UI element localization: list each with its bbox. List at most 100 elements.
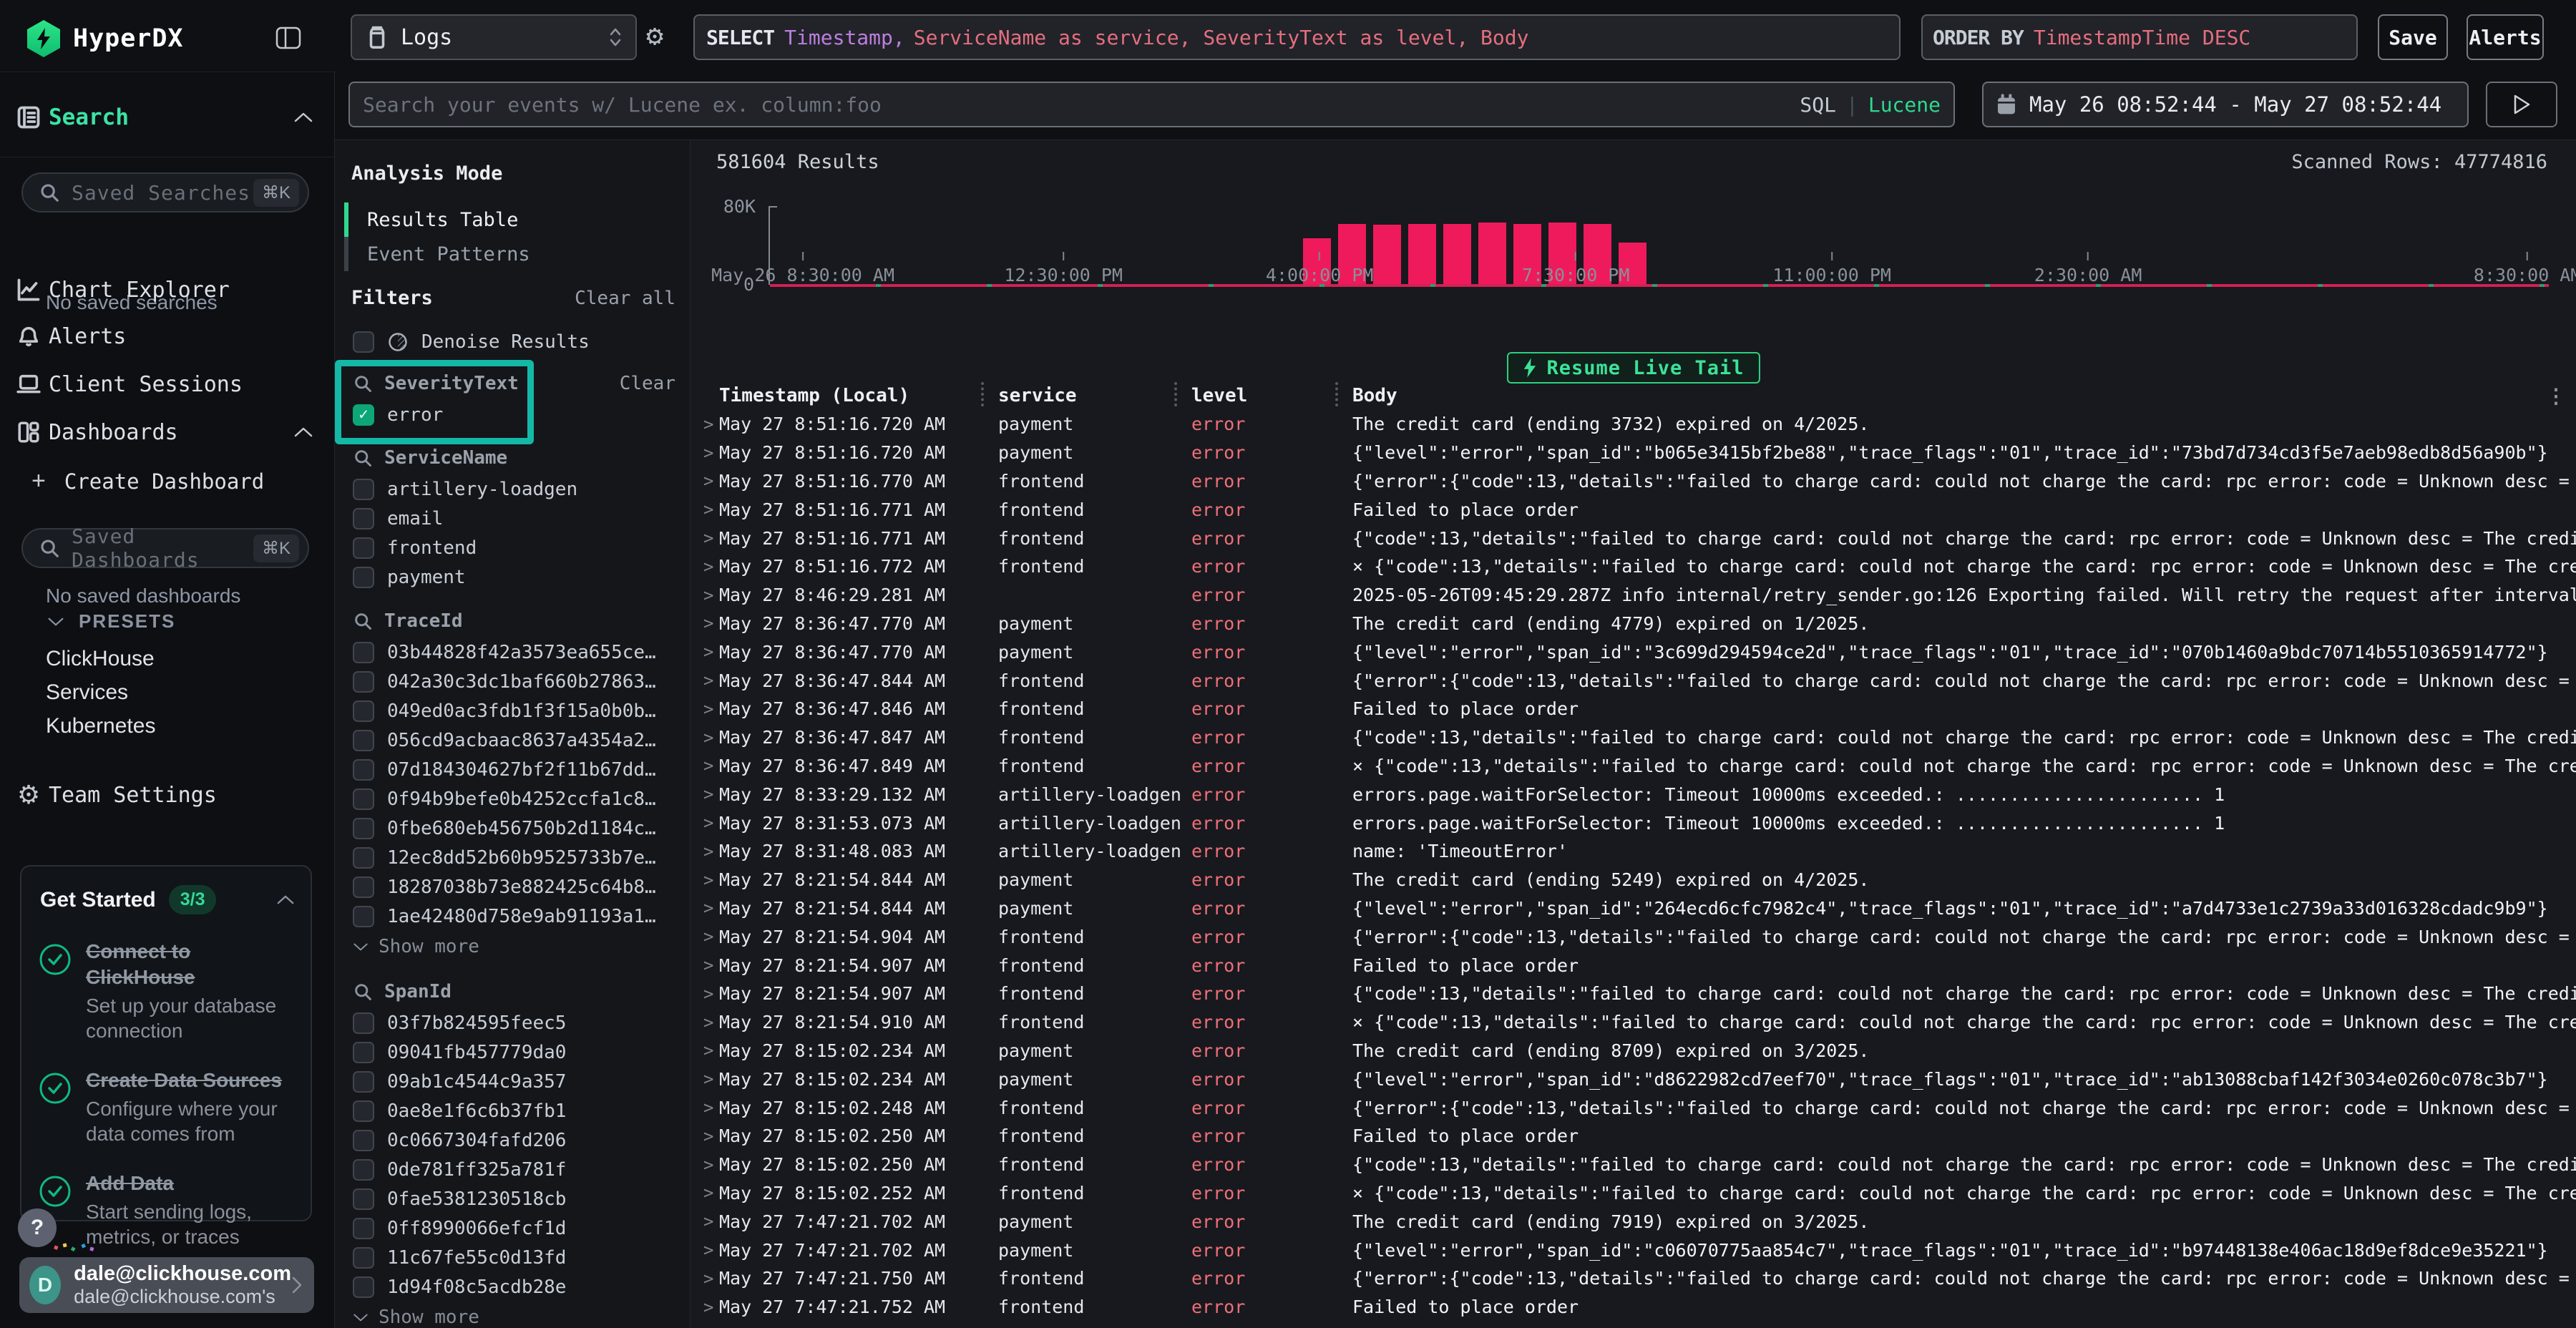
checkbox[interactable] (353, 1042, 374, 1063)
filter-value-row[interactable]: 049ed0ac3fdb1f3f15a0b0b… (353, 696, 678, 726)
run-query-button[interactable] (2486, 82, 2557, 127)
checkbox[interactable] (353, 567, 374, 588)
log-row[interactable]: > May 27 8:51:16.770 AM frontend error {… (691, 467, 2576, 496)
log-row[interactable]: > May 27 8:21:54.907 AM frontend error {… (691, 980, 2576, 1008)
filter-value-row[interactable]: 0f94b9befe0b4252ccfa1c8… (353, 784, 678, 814)
log-row[interactable]: > May 27 8:36:47.844 AM frontend error {… (691, 666, 2576, 695)
log-row[interactable]: > May 27 8:21:54.844 AM payment error {"… (691, 894, 2576, 923)
search-input[interactable] (350, 93, 1800, 117)
log-row[interactable]: > May 27 8:31:48.083 AM artillery-loadge… (691, 837, 2576, 866)
checkbox[interactable] (353, 906, 374, 927)
checkbox[interactable] (353, 1100, 374, 1122)
row-expand-chevron[interactable]: > (703, 955, 719, 975)
search-icon[interactable] (353, 374, 373, 394)
row-expand-chevron[interactable]: > (703, 1069, 719, 1089)
sidebar-item-dashboards[interactable]: Dashboards (9, 411, 323, 453)
checkbox[interactable] (353, 537, 374, 559)
time-range-picker[interactable]: May 26 08:52:44 - May 27 08:52:44 (1982, 82, 2469, 127)
filter-value-row[interactable]: ✓ error (353, 400, 678, 429)
chevron-up-icon[interactable] (293, 112, 313, 123)
checkbox[interactable] (353, 331, 374, 353)
row-expand-chevron[interactable]: > (703, 414, 719, 434)
alerts-button[interactable]: Alerts (2467, 14, 2544, 60)
filter-value-row[interactable]: payment (353, 562, 678, 592)
sidebar-collapse-icon[interactable] (275, 24, 302, 52)
filter-value-row[interactable]: artillery-loadgen (353, 474, 678, 504)
log-row[interactable]: > May 27 8:36:47.846 AM frontend error F… (691, 695, 2576, 723)
row-expand-chevron[interactable]: > (703, 898, 719, 918)
query-language-toggle[interactable]: SQL | Lucene (1800, 93, 1941, 117)
checkbox[interactable] (353, 1130, 374, 1151)
row-expand-chevron[interactable]: > (703, 642, 719, 662)
log-row[interactable]: > May 27 8:21:54.844 AM payment error Th… (691, 866, 2576, 894)
filter-value-row[interactable]: 09041fb457779da0 (353, 1038, 678, 1067)
checkbox[interactable] (353, 730, 374, 751)
log-row[interactable]: > May 27 8:21:54.904 AM frontend error {… (691, 922, 2576, 951)
checkbox[interactable] (353, 671, 374, 693)
source-select[interactable]: Logs (351, 14, 637, 60)
filter-value-row[interactable]: frontend (353, 533, 678, 562)
checkbox[interactable] (353, 1247, 374, 1269)
checkbox[interactable] (353, 508, 374, 529)
column-header-timestamp[interactable]: Timestamp (Local) (719, 385, 998, 406)
log-row[interactable]: > May 27 7:47:21.752 AM frontend error F… (691, 1293, 2576, 1322)
log-row[interactable]: > May 27 7:47:21.702 AM payment error Th… (691, 1207, 2576, 1236)
row-expand-chevron[interactable]: > (703, 984, 719, 1004)
log-row[interactable]: > May 27 8:15:02.234 AM payment error {"… (691, 1065, 2576, 1093)
log-row[interactable]: > May 27 8:51:16.720 AM payment error {"… (691, 439, 2576, 467)
row-expand-chevron[interactable]: > (703, 784, 719, 804)
preset-dashboard-item[interactable]: Kubernetes (46, 709, 155, 743)
order-by-editor[interactable]: ORDER BY TimestampTime DESC (1921, 14, 2358, 60)
row-expand-chevron[interactable]: > (703, 443, 719, 463)
column-header-level[interactable]: level (1191, 385, 1352, 406)
sql-select-editor[interactable]: SELECT Timestamp, ServiceName as service… (693, 14, 1901, 60)
row-expand-chevron[interactable]: > (703, 1269, 719, 1289)
search-icon[interactable] (353, 982, 373, 1002)
log-row[interactable]: > May 27 7:47:21.702 AM payment error {"… (691, 1236, 2576, 1264)
log-row[interactable]: > May 27 8:51:16.771 AM frontend error {… (691, 524, 2576, 552)
filter-value-row[interactable]: 0fbe680eb456750b2d1184c… (353, 814, 678, 843)
row-expand-chevron[interactable]: > (703, 1240, 719, 1260)
user-menu[interactable]: D dale@clickhouse.com dale@clickhouse.co… (19, 1257, 314, 1313)
log-row[interactable]: > May 27 8:15:02.248 AM frontend error {… (691, 1093, 2576, 1122)
row-expand-chevron[interactable]: > (703, 1211, 719, 1231)
checkbox[interactable] (353, 1012, 374, 1034)
row-expand-chevron[interactable]: > (703, 841, 719, 861)
checkbox[interactable] (353, 1188, 374, 1210)
checkbox[interactable] (353, 847, 374, 869)
row-expand-chevron[interactable]: > (703, 813, 719, 833)
filter-value-row[interactable]: 18287038b73e882425c64b8… (353, 872, 678, 902)
presets-toggle[interactable]: PRESETS (47, 610, 175, 633)
saved-searches-input[interactable]: Saved Searches ⌘K (21, 172, 309, 213)
row-expand-chevron[interactable]: > (703, 756, 719, 776)
preset-dashboard-item[interactable]: ClickHouse (46, 642, 155, 675)
checkbox[interactable] (353, 1071, 374, 1093)
log-row[interactable]: > May 27 8:15:02.234 AM payment error Th… (691, 1037, 2576, 1065)
filter-clear-button[interactable]: Clear (620, 373, 678, 394)
table-options-icon[interactable]: ⋮ (2546, 384, 2566, 408)
save-button[interactable]: Save (2378, 14, 2448, 60)
row-expand-chevron[interactable]: > (703, 670, 719, 690)
filter-value-row[interactable]: 12ec8dd52b60b9525733b7e… (353, 843, 678, 872)
search-icon[interactable] (353, 448, 373, 468)
get-started-item[interactable]: Create Data Sources Configure where your… (39, 1068, 298, 1146)
resume-live-tail-button[interactable]: Resume Live Tail (1506, 352, 1760, 384)
row-expand-chevron[interactable]: > (703, 557, 719, 577)
sidebar-item-team-settings[interactable]: ⚙ Team Settings (9, 774, 323, 816)
log-row[interactable]: > May 27 8:15:02.250 AM frontend error {… (691, 1151, 2576, 1179)
mode-event-patterns[interactable]: Event Patterns (344, 237, 530, 271)
filter-value-row[interactable]: 0de781ff325a781f (353, 1155, 678, 1184)
column-header-service[interactable]: service (998, 385, 1191, 406)
log-row[interactable]: > May 27 8:51:16.720 AM payment error Th… (691, 410, 2576, 439)
clear-all-button[interactable]: Clear all (575, 288, 675, 309)
log-row[interactable]: > May 27 8:51:16.771 AM frontend error F… (691, 495, 2576, 524)
sidebar-item-alerts[interactable]: Alerts (9, 316, 323, 357)
row-expand-chevron[interactable]: > (703, 1098, 719, 1118)
checkbox[interactable] (353, 1276, 374, 1298)
row-expand-chevron[interactable]: > (703, 927, 719, 947)
row-expand-chevron[interactable]: > (703, 870, 719, 890)
chevron-up-icon[interactable] (276, 894, 295, 905)
filter-value-row[interactable]: 0ff8990066efcf1d (353, 1214, 678, 1243)
chevron-up-icon[interactable] (293, 426, 313, 438)
filter-value-row[interactable]: 0c0667304fafd206 (353, 1126, 678, 1155)
